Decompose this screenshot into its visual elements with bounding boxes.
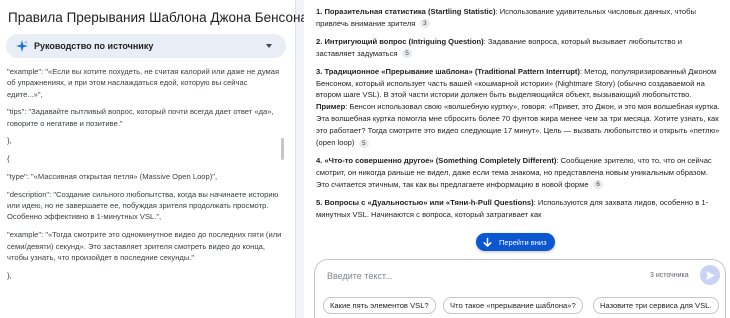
source-guide-dropdown[interactable]: Руководство по источнику <box>6 34 286 58</box>
source-line: "description": "Создание сильного любопы… <box>7 189 279 222</box>
item-heading: 4. «Что-то совершенно другое» (Something… <box>316 155 557 165</box>
send-icon <box>705 270 715 280</box>
arrow-down-icon <box>482 237 493 248</box>
list-item: 5. Вопросы с «Дуальностью» или «Тяни-h-P… <box>316 197 722 221</box>
source-line: "example": "«Тогда смотрите это одномину… <box>7 230 282 262</box>
source-line: }, <box>7 270 12 280</box>
example-label: Пример <box>316 102 346 112</box>
source-scrollbar[interactable] <box>281 138 284 160</box>
item-heading: 2. Интригующий вопрос (Intriguing Questi… <box>316 36 484 46</box>
item-heading: 1. Поразительная статистика (Startling S… <box>316 7 496 16</box>
suggestion-chip[interactable]: Что такое «прерывание шаблона»? <box>443 297 583 314</box>
sparkle-icon <box>16 40 28 52</box>
suggestion-chip[interactable]: Какие пять элементов VSL? <box>323 297 436 314</box>
source-guide-label: Руководство по источнику <box>34 41 154 51</box>
list-item: 1. Поразительная статистика (Startling S… <box>316 6 722 30</box>
source-line: "type": "«Массивная открытая петля» (Mas… <box>7 172 218 182</box>
list-item: 2. Интригующий вопрос (Intriguing Questi… <box>316 36 722 60</box>
source-guide-panel: Правила Прерывания Шаблона Джона Бенсона… <box>0 0 308 318</box>
chat-response: 1. Поразительная статистика (Startling S… <box>316 6 722 227</box>
source-line: }, <box>7 136 12 146</box>
item-heading: 5. Вопросы с «Дуальностью» или «Тяни- <box>316 197 471 207</box>
suggestion-chip[interactable]: Назовите три сервиса для VSL. <box>593 297 719 314</box>
source-text: "example": "«Если вы хотите похудеть, не… <box>7 66 285 287</box>
chat-panel: 1. Поразительная статистика (Startling S… <box>304 0 730 318</box>
source-line: "example": "«Если вы хотите похудеть, не… <box>7 67 280 99</box>
chevron-down-icon <box>266 44 272 48</box>
scroll-to-bottom-label: Перейти вниз <box>499 237 547 247</box>
chat-input[interactable] <box>327 268 617 284</box>
list-item: 3. Традиционное «Прерывание шаблона» (Tr… <box>316 66 722 149</box>
source-line: { <box>7 154 10 164</box>
citation-badge[interactable]: 6 <box>592 180 604 190</box>
item-body-continued: : Бенсон использовал свою «волшебную кур… <box>316 102 720 148</box>
item-heading-tail: h-Pull Questions) <box>470 197 534 207</box>
citation-badge[interactable]: 5 <box>358 138 370 148</box>
scroll-to-bottom-button[interactable]: Перейти вниз <box>476 233 555 251</box>
send-button[interactable] <box>700 265 720 285</box>
citation-badge[interactable]: 5 <box>401 49 413 59</box>
list-item: 4. «Что-то совершенно другое» (Something… <box>316 155 722 191</box>
source-title: Правила Прерывания Шаблона Джона Бенсона <box>8 10 308 25</box>
citation-badge[interactable]: 3 <box>419 19 431 29</box>
source-count: 3 источника <box>650 272 689 279</box>
item-heading: 3. Традиционное «Прерывание шаблона» (Tr… <box>316 66 580 76</box>
source-line: "tips": "Задавайте пытливый вопрос, кото… <box>7 107 274 128</box>
chat-composer: 3 источника Какие пять элементов VSL? Чт… <box>314 259 726 318</box>
